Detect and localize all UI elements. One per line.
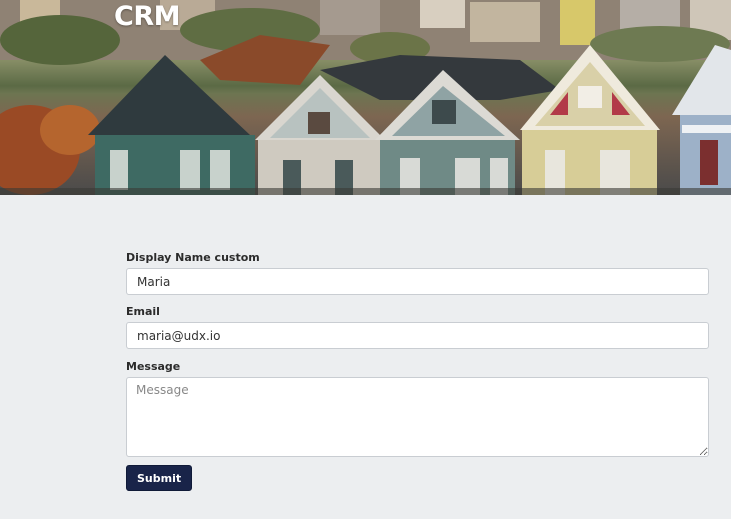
email-input[interactable] xyxy=(126,322,709,349)
name-field-group: Display Name custom xyxy=(126,251,709,295)
submit-button[interactable]: Submit xyxy=(126,465,193,491)
hero-image xyxy=(0,0,731,195)
message-textarea[interactable] xyxy=(126,377,709,457)
message-field-group: Message xyxy=(126,360,709,457)
message-label: Message xyxy=(126,360,181,373)
email-field-group: Email xyxy=(126,305,709,349)
email-label: Email xyxy=(126,305,160,318)
hero-banner: CRM xyxy=(0,0,731,195)
contact-form: Display Name custom Email Message Submit xyxy=(126,251,709,491)
name-input[interactable] xyxy=(126,268,709,295)
name-label: Display Name custom xyxy=(126,251,260,264)
page-title: CRM xyxy=(114,1,180,32)
